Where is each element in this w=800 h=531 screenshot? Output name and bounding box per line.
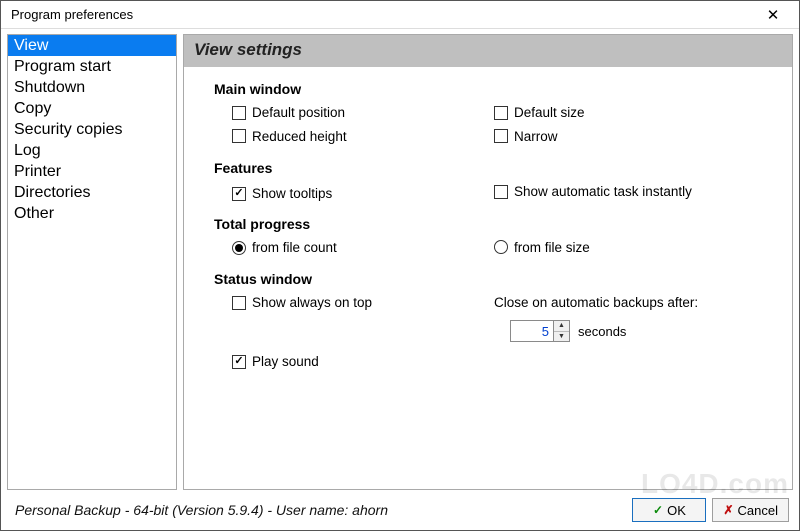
checkbox-label: Default size (514, 105, 585, 120)
close-after-unit: seconds (578, 324, 626, 339)
checkbox-label: Narrow (514, 129, 558, 144)
sidebar-item-directories[interactable]: Directories (8, 182, 176, 203)
check-icon: ✓ (653, 503, 663, 517)
close-after-input[interactable] (510, 320, 554, 342)
checkbox-play-sound[interactable]: Play sound (232, 354, 319, 369)
checkbox-always-on-top[interactable]: Show always on top (232, 295, 372, 310)
cancel-button[interactable]: ✗ Cancel (712, 498, 789, 522)
close-icon[interactable]: ✕ (753, 6, 793, 24)
titlebar: Program preferences ✕ (1, 1, 799, 29)
checkbox-show-auto-task[interactable]: Show automatic task instantly (494, 184, 692, 199)
ok-label: OK (667, 503, 686, 518)
radio-label: from file size (514, 240, 590, 255)
cancel-label: Cancel (738, 503, 778, 518)
checkbox-label: Show always on top (252, 295, 372, 310)
preferences-window: Program preferences ✕ ViewProgram startS… (0, 0, 800, 531)
checkbox-icon (232, 187, 246, 201)
sidebar-item-program-start[interactable]: Program start (8, 56, 176, 77)
checkbox-icon (494, 129, 508, 143)
sidebar-item-copy[interactable]: Copy (8, 98, 176, 119)
sidebar-item-other[interactable]: Other (8, 203, 176, 224)
group-features: Features (214, 160, 772, 176)
checkbox-narrow[interactable]: Narrow (494, 129, 558, 144)
radio-from-file-size[interactable]: from file size (494, 240, 590, 255)
category-list[interactable]: ViewProgram startShutdownCopySecurity co… (7, 34, 177, 490)
spinner-arrows[interactable]: ▲ ▼ (554, 320, 570, 342)
radio-from-file-count[interactable]: from file count (232, 240, 337, 255)
checkbox-show-tooltips[interactable]: Show tooltips (232, 186, 332, 201)
spinner-down-icon[interactable]: ▼ (554, 332, 569, 342)
sidebar-item-log[interactable]: Log (8, 140, 176, 161)
group-status-window: Status window (214, 271, 772, 287)
checkbox-default-size[interactable]: Default size (494, 105, 585, 120)
checkbox-label: Default position (252, 105, 345, 120)
checkbox-label: Show automatic task instantly (514, 184, 692, 199)
x-icon: ✗ (723, 503, 733, 517)
checkbox-icon (494, 106, 508, 120)
sidebar-item-shutdown[interactable]: Shutdown (8, 77, 176, 98)
checkbox-label: Show tooltips (252, 186, 332, 201)
footer: Personal Backup - 64-bit (Version 5.9.4)… (1, 490, 799, 530)
checkbox-reduced-height[interactable]: Reduced height (232, 129, 347, 144)
ok-button[interactable]: ✓ OK (632, 498, 706, 522)
checkbox-icon (232, 106, 246, 120)
radio-icon (494, 240, 508, 254)
status-text: Personal Backup - 64-bit (Version 5.9.4)… (15, 502, 626, 518)
checkbox-icon (232, 355, 246, 369)
checkbox-icon (232, 296, 246, 310)
checkbox-icon (494, 185, 508, 199)
sidebar-item-printer[interactable]: Printer (8, 161, 176, 182)
sidebar-item-view[interactable]: View (8, 35, 176, 56)
window-title: Program preferences (11, 7, 753, 22)
checkbox-label: Play sound (252, 354, 319, 369)
checkbox-label: Reduced height (252, 129, 347, 144)
content-panel: View settings Main window Default positi… (183, 34, 793, 490)
checkbox-icon (232, 129, 246, 143)
spinner-up-icon[interactable]: ▲ (554, 321, 569, 332)
group-total-progress: Total progress (214, 216, 772, 232)
content-body: Main window Default position Default siz… (184, 67, 792, 385)
close-after-label: Close on automatic backups after: (494, 295, 772, 310)
group-main-window: Main window (214, 81, 772, 97)
close-after-spinner[interactable]: ▲ ▼ (510, 320, 570, 342)
dialog-body: ViewProgram startShutdownCopySecurity co… (1, 29, 799, 490)
content-heading: View settings (184, 35, 792, 67)
checkbox-default-position[interactable]: Default position (232, 105, 345, 120)
sidebar-item-security-copies[interactable]: Security copies (8, 119, 176, 140)
radio-label: from file count (252, 240, 337, 255)
radio-icon (232, 241, 246, 255)
